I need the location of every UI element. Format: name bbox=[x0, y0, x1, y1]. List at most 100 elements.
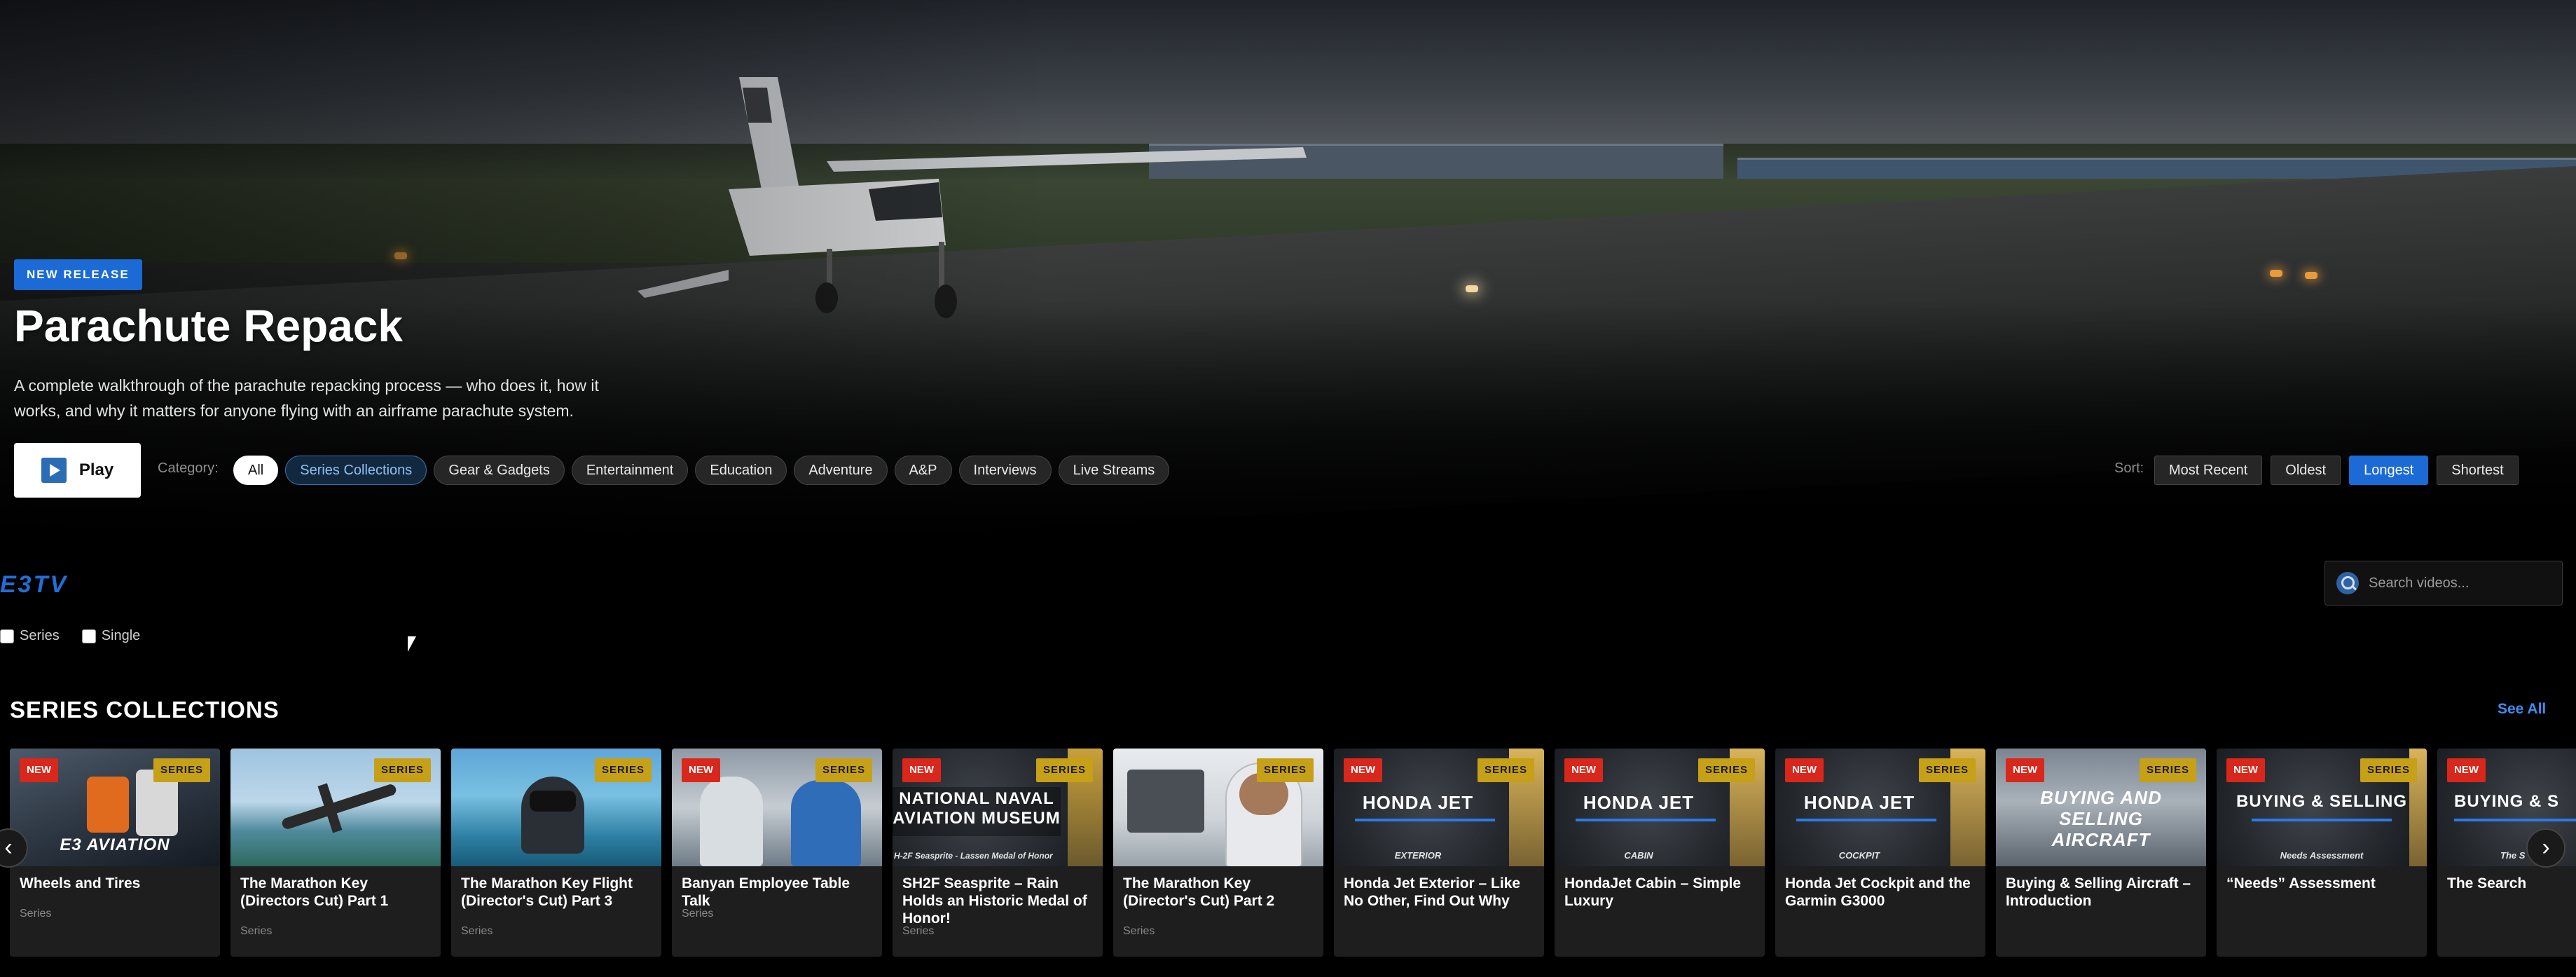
category-chip-gear-gadgets[interactable]: Gear & Gadgets bbox=[434, 456, 565, 485]
series-badge: SERIES bbox=[815, 758, 872, 782]
video-title: The Marathon Key Flight (Director's Cut)… bbox=[461, 875, 633, 909]
thumbnail-divider bbox=[1355, 819, 1495, 821]
thumbnail-text: NATIONAL NAVAL AVIATION MUSEUM bbox=[893, 789, 1061, 828]
video-card[interactable]: NATIONAL NAVAL AVIATION MUSEUM H-2F Seas… bbox=[893, 749, 1103, 957]
runway-light bbox=[2305, 272, 2317, 279]
new-badge: NEW bbox=[2447, 758, 2486, 782]
section-title: SERIES COLLECTIONS bbox=[10, 697, 280, 723]
thumbnail-subtitle: CABIN bbox=[1624, 850, 1653, 861]
carousel-next-arrow-icon[interactable]: › bbox=[2526, 828, 2565, 868]
series-badge: SERIES bbox=[1477, 758, 1534, 782]
single-filter-label: Single bbox=[101, 628, 141, 643]
category-chip-live-streams[interactable]: Live Streams bbox=[1058, 456, 1170, 485]
video-type: Series bbox=[20, 908, 52, 920]
video-card[interactable]: BUYING AND SELLING AIRCRAFT NEW SERIES B… bbox=[1996, 749, 2206, 957]
video-card[interactable]: BUYING & SELLING Needs Assessment NEW SE… bbox=[2217, 749, 2427, 957]
search-input[interactable] bbox=[2369, 575, 2551, 592]
new-badge: NEW bbox=[20, 758, 58, 782]
video-card[interactable]: NEW SERIES Banyan Employee Table Talk Se… bbox=[672, 749, 882, 957]
video-title: The Marathon Key (Directors Cut) Part 1 bbox=[240, 875, 389, 909]
thumbnail-text: BUYING AND SELLING AIRCRAFT bbox=[2040, 787, 2162, 850]
type-filters: Series Single bbox=[0, 628, 154, 644]
single-filter-checkbox[interactable]: Single bbox=[81, 628, 141, 644]
search-box[interactable] bbox=[2324, 561, 2563, 606]
series-badge: SERIES bbox=[373, 758, 431, 782]
thumbnail-subtitle: COCKPIT bbox=[1838, 850, 1880, 861]
new-release-badge: NEW RELEASE bbox=[14, 259, 142, 290]
category-chip-education[interactable]: Education bbox=[695, 456, 787, 485]
video-type: Series bbox=[682, 908, 714, 920]
new-badge: NEW bbox=[1344, 758, 1382, 782]
mouse-cursor-icon bbox=[408, 636, 416, 652]
video-card[interactable]: HONDA JET CABIN NEW SERIES HondaJet Cabi… bbox=[1555, 749, 1765, 957]
video-title: Banyan Employee Table Talk bbox=[682, 875, 850, 909]
video-title: Buying & Selling Aircraft – Introduction bbox=[2006, 875, 2191, 909]
category-chip-entertainment[interactable]: Entertainment bbox=[571, 456, 689, 485]
see-all-link[interactable]: See All bbox=[2498, 701, 2546, 718]
category-chip-interviews[interactable]: Interviews bbox=[958, 456, 1052, 485]
video-title: “Needs” Assessment bbox=[2226, 875, 2376, 891]
thumbnail-subtitle: Needs Assessment bbox=[2280, 850, 2364, 861]
play-icon bbox=[41, 458, 67, 483]
thumbnail-subtitle: H-2F Seasprite - Lassen Medal of Honor bbox=[894, 851, 1053, 861]
category-chips: All Series Collections Gear & Gadgets En… bbox=[233, 456, 1170, 485]
thumbnail-divider bbox=[2252, 819, 2392, 821]
thumbnail-subtitle: EXTERIOR bbox=[1394, 850, 1442, 861]
e3tv-logo[interactable]: E3TV bbox=[0, 571, 68, 599]
checkbox[interactable] bbox=[0, 629, 14, 643]
thumbnail-text: BUYING & SELLING bbox=[2236, 792, 2407, 811]
sort-options: Most Recent Oldest Longest Shortest bbox=[2154, 456, 2519, 485]
series-filter-checkbox[interactable]: Series bbox=[0, 628, 60, 644]
category-chip-series-collections[interactable]: Series Collections bbox=[285, 456, 427, 485]
play-button-label: Play bbox=[78, 460, 114, 479]
series-badge: SERIES bbox=[594, 758, 652, 782]
series-badge: SERIES bbox=[1697, 758, 1755, 782]
category-label: Category: bbox=[158, 460, 219, 476]
video-type: Series bbox=[902, 925, 935, 937]
video-title: The Marathon Key (Director's Cut) Part 2 bbox=[1123, 875, 1275, 909]
sort-most-recent[interactable]: Most Recent bbox=[2154, 456, 2263, 485]
thumbnail-text: HONDA JET bbox=[1583, 792, 1695, 813]
series-carousel: E3 AVIATION NEW SERIES Wheels and Tires … bbox=[10, 749, 2576, 957]
video-card[interactable]: E3 AVIATION NEW SERIES Wheels and Tires … bbox=[10, 749, 220, 957]
sort-label: Sort: bbox=[2114, 460, 2144, 476]
category-chip-adventure[interactable]: Adventure bbox=[794, 456, 888, 485]
sort-longest[interactable]: Longest bbox=[2349, 456, 2429, 485]
video-card[interactable]: SERIES The Marathon Key Flight (Director… bbox=[451, 749, 661, 957]
hero-description: A complete walkthrough of the parachute … bbox=[14, 376, 599, 420]
series-badge: SERIES bbox=[153, 758, 210, 782]
sort-oldest[interactable]: Oldest bbox=[2271, 456, 2341, 485]
new-badge: NEW bbox=[2006, 758, 2044, 782]
video-card[interactable]: SERIES The Marathon Key (Directors Cut) … bbox=[230, 749, 441, 957]
hero-title: Parachute Repack bbox=[14, 301, 403, 351]
series-filter-label: Series bbox=[20, 628, 60, 643]
thumbnail-text: HONDA JET bbox=[1803, 792, 1915, 813]
thumbnail-divider bbox=[1796, 819, 1936, 821]
series-badge: SERIES bbox=[2139, 758, 2196, 782]
category-chip-all[interactable]: All bbox=[233, 456, 279, 485]
new-badge: NEW bbox=[2226, 758, 2265, 782]
video-title: Honda Jet Cockpit and the Garmin G3000 bbox=[1785, 875, 1971, 909]
video-title: HondaJet Cabin – Simple Luxury bbox=[1564, 875, 1742, 909]
video-title: SH2F Seasprite – Rain Holds an Historic … bbox=[902, 875, 1087, 927]
search-icon bbox=[2336, 572, 2359, 594]
video-type: Series bbox=[461, 925, 493, 937]
video-type: Series bbox=[240, 925, 273, 937]
video-title: Wheels and Tires bbox=[20, 875, 141, 891]
category-chip-a-and-p[interactable]: A&P bbox=[894, 456, 952, 485]
runway-light bbox=[1466, 285, 1478, 292]
thumbnail-text: BUYING & S bbox=[2454, 792, 2560, 811]
sort-shortest[interactable]: Shortest bbox=[2437, 456, 2519, 485]
video-card[interactable]: HONDA JET EXTERIOR NEW SERIES Honda Jet … bbox=[1334, 749, 1544, 957]
checkbox[interactable] bbox=[81, 629, 96, 643]
series-badge: SERIES bbox=[1918, 758, 1976, 782]
series-badge: SERIES bbox=[1035, 758, 1093, 782]
new-badge: NEW bbox=[1564, 758, 1603, 782]
series-badge: SERIES bbox=[2360, 758, 2417, 782]
new-badge: NEW bbox=[1785, 758, 1824, 782]
thumbnail-divider bbox=[1576, 819, 1716, 821]
video-card[interactable]: SERIES The Marathon Key (Director's Cut)… bbox=[1113, 749, 1323, 957]
thumbnail-text: HONDA JET bbox=[1362, 792, 1474, 813]
play-button[interactable]: Play bbox=[14, 443, 141, 498]
video-card[interactable]: HONDA JET COCKPIT NEW SERIES Honda Jet C… bbox=[1775, 749, 1985, 957]
